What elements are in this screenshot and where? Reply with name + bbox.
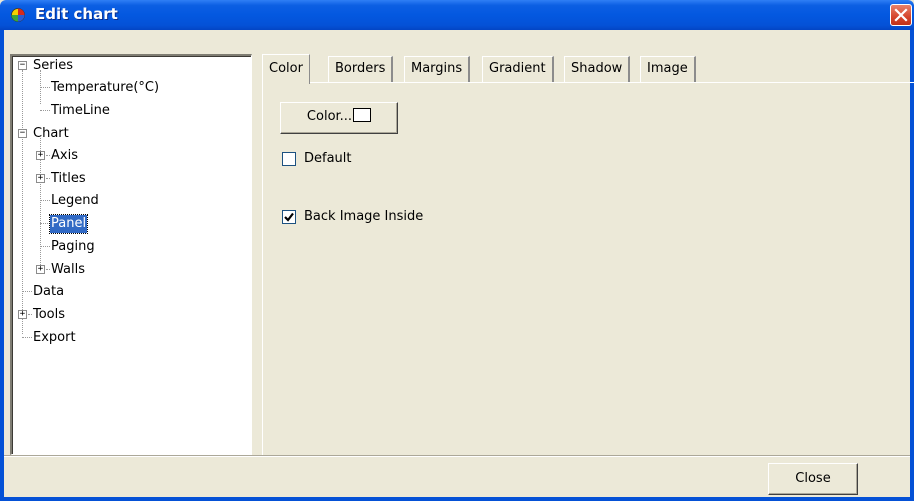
default-checkbox[interactable] (282, 152, 296, 166)
checkmark-icon (284, 212, 294, 222)
tree-item-panel[interactable]: Panel (48, 214, 89, 234)
tab-gradient[interactable]: Gradient (482, 56, 554, 82)
default-label[interactable]: Default (304, 151, 352, 167)
tab-margins[interactable]: Margins (404, 56, 471, 82)
expand-icon[interactable]: + (36, 265, 45, 274)
tab-color[interactable]: Color (262, 54, 310, 84)
close-button-label: Close (795, 471, 831, 486)
tree-item-paging[interactable]: Paging (50, 238, 96, 256)
close-icon[interactable] (890, 4, 912, 26)
tab-image[interactable]: Image (640, 56, 696, 82)
tree-item-series[interactable]: Series (32, 57, 74, 75)
collapse-icon[interactable]: − (18, 61, 27, 70)
tree-item-axis[interactable]: Axis (50, 147, 79, 165)
footer-divider (4, 455, 910, 457)
back-image-inside-label[interactable]: Back Image Inside (304, 209, 423, 225)
chart-app-icon (10, 7, 26, 23)
color-button[interactable]: Color... (280, 102, 398, 134)
expand-icon[interactable]: + (36, 174, 45, 183)
title-bar[interactable]: Edit chart (0, 0, 914, 30)
expand-icon[interactable]: + (18, 310, 27, 319)
tree-item-data[interactable]: Data (32, 283, 65, 301)
window-frame-left (0, 30, 4, 501)
tree-item-titles[interactable]: Titles (50, 170, 87, 188)
tab-borders[interactable]: Borders (328, 56, 394, 82)
tab-panel (262, 82, 914, 455)
back-image-inside-checkbox[interactable] (282, 210, 296, 224)
collapse-icon[interactable]: − (18, 129, 27, 138)
tree-item-chart[interactable]: Chart (32, 125, 70, 143)
tree-item-tools[interactable]: Tools (32, 306, 66, 324)
close-button[interactable]: Close (768, 463, 858, 495)
color-swatch (353, 108, 372, 122)
tab-shadow[interactable]: Shadow (564, 56, 631, 82)
tree-item-legend[interactable]: Legend (50, 192, 100, 210)
tree-item-temperature[interactable]: Temperature(°C) (50, 79, 160, 97)
window-frame-bottom (0, 497, 914, 501)
tree-item-export[interactable]: Export (32, 329, 77, 347)
color-button-label: Color... (306, 109, 353, 124)
tree-item-walls[interactable]: Walls (50, 261, 86, 279)
window-title: Edit chart (35, 5, 118, 23)
tree-item-timeline[interactable]: TimeLine (50, 102, 111, 120)
expand-icon[interactable]: + (36, 151, 45, 160)
tree-view[interactable]: − − + + + + Series Temperature(°C) TimeL… (10, 54, 252, 455)
